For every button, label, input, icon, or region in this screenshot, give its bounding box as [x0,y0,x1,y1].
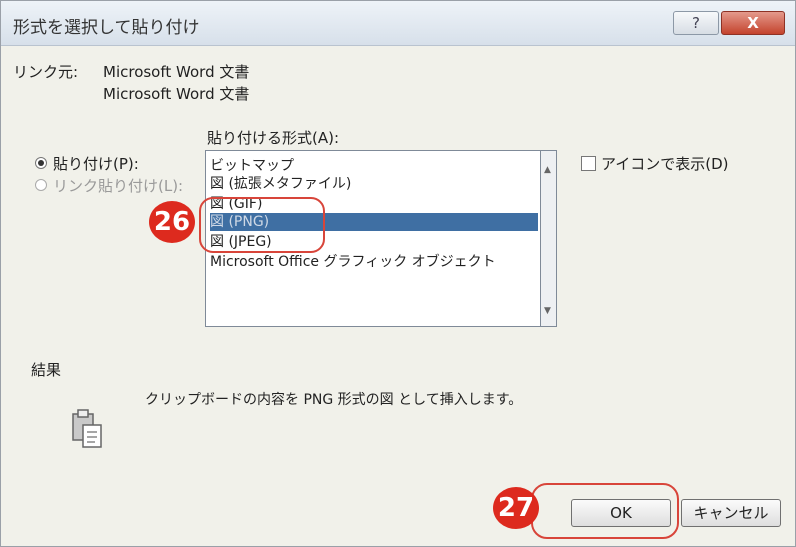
paste-radio-label[interactable]: 貼り付け(P): [53,153,139,174]
format-list-scrollbar[interactable]: ▲ ▼ [541,150,557,327]
step-27-marker: 27 [493,487,539,529]
cancel-button[interactable]: キャンセル [681,499,781,527]
step-26-marker: 26 [149,201,195,243]
display-as-icon-checkbox[interactable] [581,156,596,171]
paste-radio[interactable] [35,157,47,169]
paste-link-radio-label[interactable]: リンク貼り付け(L): [53,175,183,196]
help-button[interactable]: ? [673,11,719,35]
result-heading: 結果 [31,361,62,379]
close-button[interactable]: X [721,11,785,35]
result-description: クリップボードの内容を PNG 形式の図 として挿入します。 [145,392,523,408]
source-value-1: Microsoft Word 文書 [103,63,250,81]
step-26-highlight [199,197,325,253]
format-item-bitmap[interactable]: ビットマップ [210,157,294,175]
paste-link-radio[interactable] [35,179,47,191]
display-as-icon-label[interactable]: アイコンで表示(D) [601,153,729,174]
source-label: リンク元: [13,63,79,81]
step-27-highlight [531,483,679,539]
source-value-2: Microsoft Word 文書 [103,85,250,103]
format-item-office-graphic[interactable]: Microsoft Office グラフィック オブジェクト [210,253,496,271]
dialog-title: 形式を選択して貼り付け [13,18,200,38]
scroll-up-icon[interactable]: ▲ [544,165,551,175]
paste-special-dialog: 形式を選択して貼り付け ? X リンク元: Microsoft Word 文書 … [0,0,796,547]
clipboard-icon [72,409,102,448]
format-label: 貼り付ける形式(A): [207,129,340,147]
format-item-emf[interactable]: 図 (拡張メタファイル) [210,175,351,193]
scroll-down-icon[interactable]: ▼ [544,306,551,316]
title-bar: 形式を選択して貼り付け ? X [1,1,795,46]
